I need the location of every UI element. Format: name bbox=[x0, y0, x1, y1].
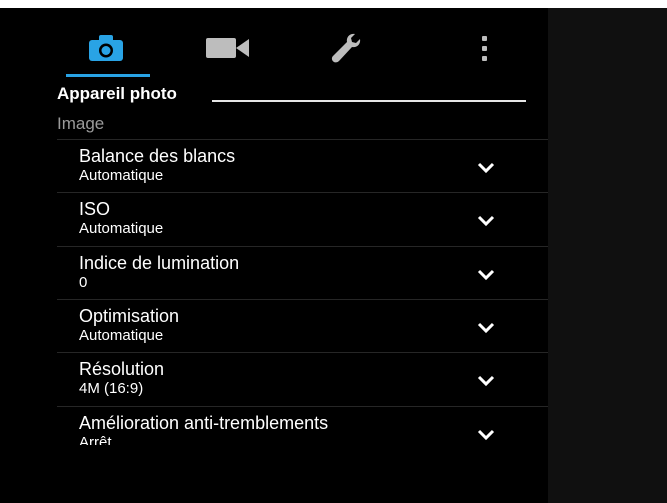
setting-row-white-balance[interactable]: Balance des blancs Automatique bbox=[57, 139, 548, 193]
settings-tab-bar bbox=[45, 23, 525, 83]
page-title: Appareil photo bbox=[57, 84, 177, 103]
camera-icon bbox=[89, 35, 123, 61]
setting-value: Automatique bbox=[79, 167, 164, 184]
tab-tools-settings[interactable] bbox=[301, 23, 391, 73]
wrench-icon bbox=[331, 33, 361, 63]
chevron-down-icon[interactable] bbox=[473, 264, 499, 284]
viewfinder-area bbox=[548, 8, 667, 503]
list-scroll-clip bbox=[57, 445, 548, 503]
setting-value: 0 bbox=[79, 274, 88, 291]
tab-video-settings[interactable] bbox=[183, 23, 273, 73]
setting-title: ISO bbox=[79, 199, 111, 219]
chevron-down-icon[interactable] bbox=[473, 317, 499, 337]
title-divider bbox=[212, 100, 526, 102]
video-camera-icon bbox=[206, 38, 249, 58]
more-vertical-icon-dot bbox=[481, 45, 487, 51]
settings-panel: Appareil photo Image Balance des blancs … bbox=[0, 8, 548, 503]
setting-value: 4M (16:9) bbox=[79, 380, 144, 397]
chevron-down-icon[interactable] bbox=[473, 424, 499, 444]
selected-tab-indicator bbox=[66, 74, 150, 77]
setting-row-iso[interactable]: ISO Automatique bbox=[57, 192, 548, 246]
setting-title: Résolution bbox=[79, 359, 165, 379]
setting-title: Balance des blancs bbox=[79, 146, 236, 166]
setting-row-exposure[interactable]: Indice de lumination 0 bbox=[57, 246, 548, 300]
setting-title: Indice de lumination bbox=[79, 253, 240, 273]
chevron-down-icon[interactable] bbox=[473, 370, 499, 390]
more-vertical-icon-dot bbox=[481, 55, 487, 61]
setting-value: Automatique bbox=[79, 327, 164, 344]
more-options-button[interactable] bbox=[469, 23, 499, 73]
setting-row-optimisation[interactable]: Optimisation Automatique bbox=[57, 299, 548, 353]
section-header-image: Image bbox=[57, 114, 105, 133]
chevron-down-icon[interactable] bbox=[473, 157, 499, 177]
setting-row-resolution[interactable]: Résolution 4M (16:9) bbox=[57, 352, 548, 406]
chevron-down-icon[interactable] bbox=[473, 210, 499, 230]
camera-settings-screen: Appareil photo Image Balance des blancs … bbox=[0, 8, 667, 503]
setting-title: Optimisation bbox=[79, 306, 180, 326]
more-vertical-icon-dot bbox=[481, 35, 487, 41]
setting-title: Amélioration anti-tremblements bbox=[79, 413, 329, 433]
tab-camera-settings[interactable] bbox=[61, 23, 151, 73]
setting-value: Automatique bbox=[79, 220, 164, 237]
